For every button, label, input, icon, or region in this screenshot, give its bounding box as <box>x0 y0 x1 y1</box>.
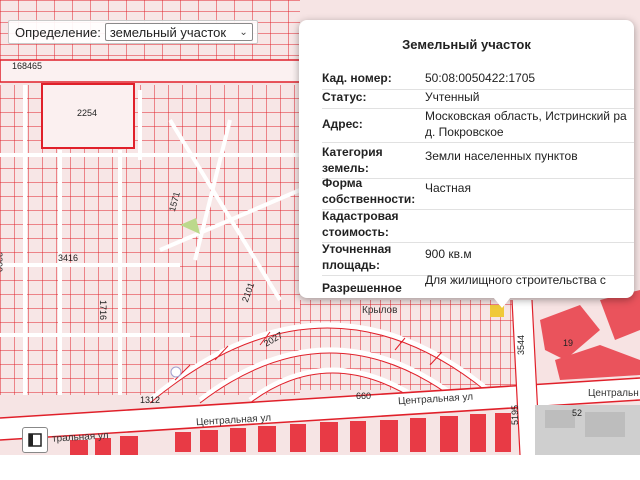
definition-label: Определение: <box>15 24 101 40</box>
definition-selected-value: земельный участок <box>109 24 227 40</box>
row-key: Уточненная площадь: <box>322 242 392 272</box>
street-krylova: Крылов <box>362 305 398 316</box>
definition-bar: Определение: земельный участок ⌄ <box>8 20 258 44</box>
row-value: Московская область, Истринский ра д. Пок… <box>425 109 627 139</box>
definition-select[interactable]: земельный участок ⌄ <box>104 23 253 41</box>
parcel-info-popup: Земельный участок Кад. номер: 50:08:0050… <box>299 20 634 298</box>
row-key: Форма собственности: <box>322 176 416 206</box>
label-168465: 168465 <box>12 61 43 71</box>
popup-title: Земельный участок <box>402 37 531 52</box>
row-key: Кад. номер: <box>322 71 392 85</box>
layers-button[interactable] <box>22 427 48 453</box>
label-1312: 1312 <box>140 395 161 405</box>
row-key: Адрес: <box>322 117 363 131</box>
label-2254: 2254 <box>77 108 98 118</box>
label-3416: 3416 <box>58 253 79 263</box>
street-right: Центральн <box>588 388 639 399</box>
chevron-down-icon[interactable]: ⌄ <box>239 27 247 38</box>
row-key: Кадастровая стоимость: <box>322 209 399 239</box>
row-value: Земли населенных пунктов <box>425 149 578 163</box>
label-3544: 3544 <box>516 334 526 355</box>
row-value: 900 кв.м <box>425 247 472 261</box>
row-key: Разрешенное <box>322 281 402 295</box>
row-key: Статус: <box>322 90 367 104</box>
bottom-strip <box>0 455 640 480</box>
row-value: Для жилищного строительства с <box>425 273 606 287</box>
row-value[interactable]: 50:08:0050422:1705 <box>425 70 634 86</box>
label-52: 52 <box>572 408 583 418</box>
parcel-168465 <box>0 59 301 83</box>
row-key: Категория земель: <box>322 145 383 175</box>
row-value: Учтенный <box>425 90 480 104</box>
label-660: 660 <box>356 391 372 401</box>
label-19: 19 <box>563 338 574 348</box>
label-2390: 2390 <box>0 252 4 273</box>
layers-icon <box>28 433 42 447</box>
popup-pointer <box>493 297 511 308</box>
label-1716: 1716 <box>98 300 108 321</box>
label-5195: 5195 <box>510 404 520 425</box>
row-value: Частная <box>425 181 471 195</box>
